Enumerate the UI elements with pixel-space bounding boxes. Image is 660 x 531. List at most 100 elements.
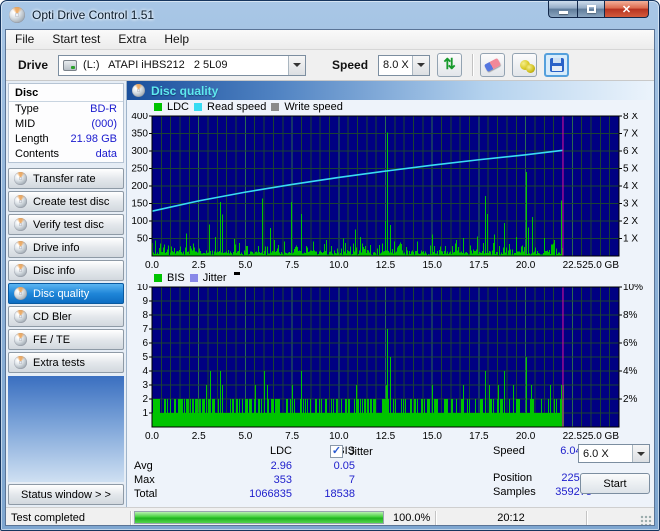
max-bis-value: 7 [295,474,355,486]
info-row-contents: Contents data [9,147,123,162]
toolbar-separator [472,54,473,76]
info-row-length: Length 21.98 GB [9,132,123,147]
drive-select-arrow[interactable] [288,56,305,75]
svg-text:8%: 8% [623,310,638,321]
sidebar-item-label: Disc quality [33,288,89,300]
svg-text:5.0: 5.0 [238,260,252,271]
erase-disc-button[interactable] [480,53,505,77]
svg-text:10: 10 [137,284,149,293]
read-speed-legend-label: Read speed [207,101,266,113]
sidebar-item-verify-test-disc[interactable]: Verify test disc [8,214,124,235]
svg-text:12.5: 12.5 [376,431,396,442]
avg-bis-value: 0.05 [295,460,355,472]
svg-text:5: 5 [142,352,148,363]
info-row-type: Type BD-R [9,102,123,117]
chart-bottom-svg: 123456789102%4%6%8%10%0.02.55.07.510.012… [127,284,654,442]
refresh-button[interactable]: ⇅ [437,53,462,77]
svg-text:150: 150 [131,199,148,210]
drive-select[interactable]: (L:) ATAPI iHBS212 2 5L09 [58,55,306,76]
ldc-legend-label: LDC [167,101,189,113]
svg-text:2.5: 2.5 [192,431,206,442]
sidebar-item-cd-bler[interactable]: CD Bler [8,306,124,327]
svg-text:17.5: 17.5 [469,260,489,271]
svg-text:300: 300 [131,146,148,157]
svg-text:22.5: 22.5 [563,260,583,271]
sidebar-item-drive-info[interactable]: Drive info [8,237,124,258]
info-value: data [96,148,117,161]
sidebar-item-label: Drive info [33,242,79,254]
svg-text:3 X: 3 X [623,199,638,210]
sidebar-item-create-test-disc[interactable]: Create test disc [8,191,124,212]
svg-text:15.0: 15.0 [422,431,442,442]
test-speed-select-arrow[interactable] [632,445,649,462]
svg-text:350: 350 [131,129,148,140]
menu-start-test[interactable]: Start test [43,30,109,49]
info-label: Length [15,133,49,146]
app-icon [9,7,25,23]
svg-text:2%: 2% [623,394,638,405]
info-label: Type [15,103,39,116]
progress-bar [134,511,384,524]
svg-text:8: 8 [142,310,148,321]
info-label: MID [15,118,35,131]
minimize-button[interactable] [548,1,577,18]
sidebar-item-extra-tests[interactable]: Extra tests [8,352,124,373]
close-button[interactable]: ✕ [604,1,649,18]
info-label: Contents [15,148,59,161]
sidebar-item-disc-quality[interactable]: Disc quality [8,283,124,304]
sidebar-item-label: FE / TE [33,334,70,346]
speed-select[interactable]: 8.0 X [378,55,430,76]
ldc-chart-legend: LDC Read speed Write speed [127,100,654,113]
test-speed-select[interactable]: 6.0 X [578,444,650,463]
maximize-button[interactable] [577,1,604,18]
toolbar: Drive (L:) ATAPI iHBS212 2 5L09 Speed 8.… [6,50,654,81]
menu-file[interactable]: File [6,30,43,49]
svg-text:100: 100 [131,216,148,227]
disc-icon [132,84,145,97]
svg-text:9: 9 [142,296,148,307]
sidebar-item-label: Create test disc [33,196,109,208]
svg-text:5.0: 5.0 [238,431,252,442]
status-window-button[interactable]: Status window > > [8,484,124,505]
svg-text:7: 7 [142,324,148,335]
max-label: Max [134,474,155,486]
read-speed-legend-swatch [194,103,202,111]
sidebar-item-label: CD Bler [33,311,72,323]
total-bis-value: 18538 [295,488,355,500]
disc-utility-button[interactable] [512,53,537,77]
title-bar: Opti Drive Control 1.51 ✕ [1,1,659,29]
start-button[interactable]: Start [580,473,650,494]
body: Disc Type BD-R MID (000) Length 21.98 GB [6,81,654,507]
menu-help[interactable]: Help [155,30,198,49]
jitter-checkbox-label: Jitter [349,446,373,458]
status-text: Test completed [11,512,85,524]
chart-top-svg: 501001502002503003504001 X2 X3 X4 X5 X6 … [127,113,654,271]
disc-icon [14,264,27,277]
jitter-checkbox[interactable]: ✓ [330,445,343,458]
ldc-read-speed-chart: 501001502002503003504001 X2 X3 X4 X5 X6 … [127,113,654,271]
ldc-column-header: LDC [222,445,292,457]
sidebar-item-fe-te[interactable]: FE / TE [8,329,124,350]
disc-utility-icon [520,60,530,70]
resize-grip[interactable] [640,515,652,526]
menu-extra[interactable]: Extra [109,30,155,49]
info-row-mid: MID (000) [9,117,123,132]
status-bar: Test completed 100.0% 20:12 [6,507,654,526]
info-value: BD-R [90,103,117,116]
sidebar-item-disc-info[interactable]: Disc info [8,260,124,281]
speed-select-arrow[interactable] [412,56,429,75]
disc-icon [14,241,27,254]
speed-label: Speed [332,58,368,72]
svg-text:20.0: 20.0 [516,431,536,442]
sidebar-item-transfer-rate[interactable]: Transfer rate [8,168,124,189]
save-button[interactable] [544,53,569,77]
disc-icon [14,333,27,346]
window-title: Opti Drive Control 1.51 [32,8,154,22]
total-label: Total [134,488,157,500]
speed-result-label: Speed [493,445,525,457]
bis-chart-legend: BIS Jitter [127,271,654,284]
svg-text:15.0: 15.0 [422,260,442,271]
svg-text:2 X: 2 X [623,216,638,227]
sidebar: Disc Type BD-R MID (000) Length 21.98 GB [6,81,127,507]
ldc-legend-swatch [154,103,162,111]
